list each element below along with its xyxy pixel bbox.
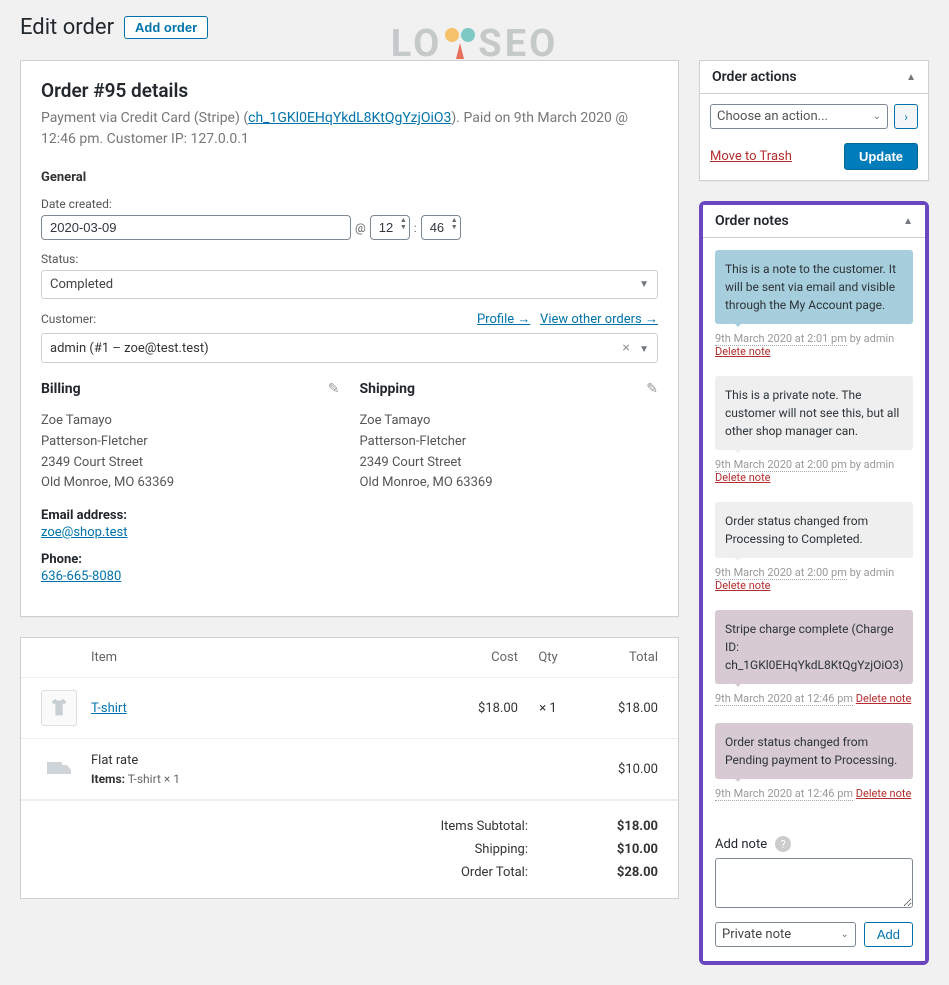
edit-billing-icon[interactable]: ✎: [328, 381, 340, 397]
note-meta: 9th March 2020 at 12:46 pm Delete note: [715, 692, 913, 705]
note-textarea[interactable]: [715, 858, 913, 908]
page-title: Edit order: [20, 15, 114, 40]
shipping-method: Flat rate: [91, 753, 448, 768]
hour-spinner[interactable]: ▲▼: [400, 217, 407, 231]
date-created-label: Date created:: [41, 197, 658, 211]
move-to-trash-link[interactable]: Move to Trash: [710, 149, 792, 164]
general-heading: General: [41, 170, 658, 185]
note-timestamp: 9th March 2020 at 2:00 pm: [715, 566, 847, 580]
note-meta: 9th March 2020 at 2:00 pm by admin Delet…: [715, 566, 913, 592]
add-note-button[interactable]: Add: [864, 922, 913, 947]
note-timestamp: 9th March 2020 at 12:46 pm: [715, 692, 853, 706]
chevron-down-icon: ⌄: [840, 929, 848, 940]
delete-note-link[interactable]: Delete note: [856, 692, 912, 705]
update-button[interactable]: Update: [844, 143, 918, 170]
shipping-address: Zoe Tamayo Patterson-Fletcher 2349 Court…: [360, 411, 659, 494]
note-timestamp: 9th March 2020 at 2:01 pm: [715, 332, 847, 346]
col-qty: Qty: [518, 650, 578, 665]
delete-note-link[interactable]: Delete note: [715, 579, 771, 592]
order-details-panel: Order #95 details Payment via Credit Car…: [20, 60, 679, 617]
collapse-toggle-icon[interactable]: ▲: [906, 72, 916, 83]
help-icon[interactable]: ?: [775, 836, 791, 852]
billing-email-link[interactable]: zoe@shop.test: [41, 525, 127, 540]
edit-shipping-icon[interactable]: ✎: [646, 381, 658, 397]
note-meta: 9th March 2020 at 2:00 pm by admin Delet…: [715, 458, 913, 484]
status-label: Status:: [41, 252, 658, 266]
phone-label: Phone:: [41, 552, 340, 567]
delete-note-link[interactable]: Delete note: [856, 787, 912, 800]
shipping-heading: Shipping: [360, 381, 659, 397]
run-action-button[interactable]: ›: [894, 104, 918, 129]
order-actions-heading: Order actions: [712, 69, 797, 85]
delete-note-link[interactable]: Delete note: [715, 471, 771, 484]
table-row: Flat rate Items: T-shirt × 1 $10.00: [21, 739, 678, 800]
note-timestamp: 9th March 2020 at 12:46 pm: [715, 787, 853, 801]
profile-link[interactable]: Profile →: [477, 312, 530, 327]
clear-customer-icon[interactable]: ×: [622, 340, 629, 356]
order-note: Stripe charge complete (Charge ID: ch_1G…: [715, 610, 913, 684]
order-payment-info: Payment via Credit Card (Stripe) (ch_1GK…: [41, 108, 658, 150]
product-link[interactable]: T-shirt: [91, 701, 127, 716]
add-note-label: Add note: [715, 837, 767, 852]
order-note: This is a private note. The customer wil…: [715, 376, 913, 450]
status-select[interactable]: Completed ▼: [41, 270, 658, 299]
col-total: Total: [578, 650, 658, 665]
order-note: This is a note to the customer. It will …: [715, 250, 913, 324]
collapse-toggle-icon[interactable]: ▲: [903, 216, 913, 227]
billing-phone-link[interactable]: 636-665-8080: [41, 569, 121, 584]
order-items-panel: Item Cost Qty Total T-shirt $18.00 × 1 $…: [20, 637, 679, 899]
chevron-down-icon: ▼: [639, 279, 649, 290]
customer-select[interactable]: admin (#1 – zoe@test.test) × ▼: [41, 333, 658, 363]
note-meta: 9th March 2020 at 12:46 pm Delete note: [715, 787, 913, 800]
note-type-select[interactable]: Private note ⌄: [715, 922, 856, 947]
billing-heading: Billing: [41, 381, 340, 397]
email-label: Email address:: [41, 508, 340, 523]
stripe-charge-link[interactable]: ch_1GKl0EHqYkdL8KtQgYzjOiO3: [248, 110, 451, 126]
table-row: T-shirt $18.00 × 1 $18.00: [21, 678, 678, 739]
col-cost: Cost: [448, 650, 518, 665]
order-note: Order status changed from Pending paymen…: [715, 723, 913, 779]
minute-spinner[interactable]: ▲▼: [451, 217, 458, 231]
customer-label: Customer:: [41, 312, 96, 326]
order-note: Order status changed from Processing to …: [715, 502, 913, 558]
shipping-icon: [41, 751, 77, 787]
chevron-down-icon[interactable]: ▼: [639, 344, 649, 355]
delete-note-link[interactable]: Delete note: [715, 345, 771, 358]
date-created-input[interactable]: [41, 215, 351, 240]
billing-address: Zoe Tamayo Patterson-Fletcher 2349 Court…: [41, 411, 340, 494]
order-title: Order #95 details: [41, 79, 658, 102]
col-item: Item: [91, 650, 448, 665]
order-action-select[interactable]: Choose an action... ⌄: [710, 104, 888, 129]
product-thumbnail: [41, 690, 77, 726]
note-timestamp: 9th March 2020 at 2:00 pm: [715, 458, 847, 472]
order-notes-heading: Order notes: [715, 213, 789, 229]
note-meta: 9th March 2020 at 2:01 pm by admin Delet…: [715, 332, 913, 358]
chevron-down-icon: ⌄: [873, 111, 881, 122]
order-actions-panel: Order actions ▲ Choose an action... ⌄ › …: [699, 60, 929, 181]
add-order-button[interactable]: Add order: [124, 16, 208, 39]
view-other-orders-link[interactable]: View other orders →: [540, 312, 658, 327]
